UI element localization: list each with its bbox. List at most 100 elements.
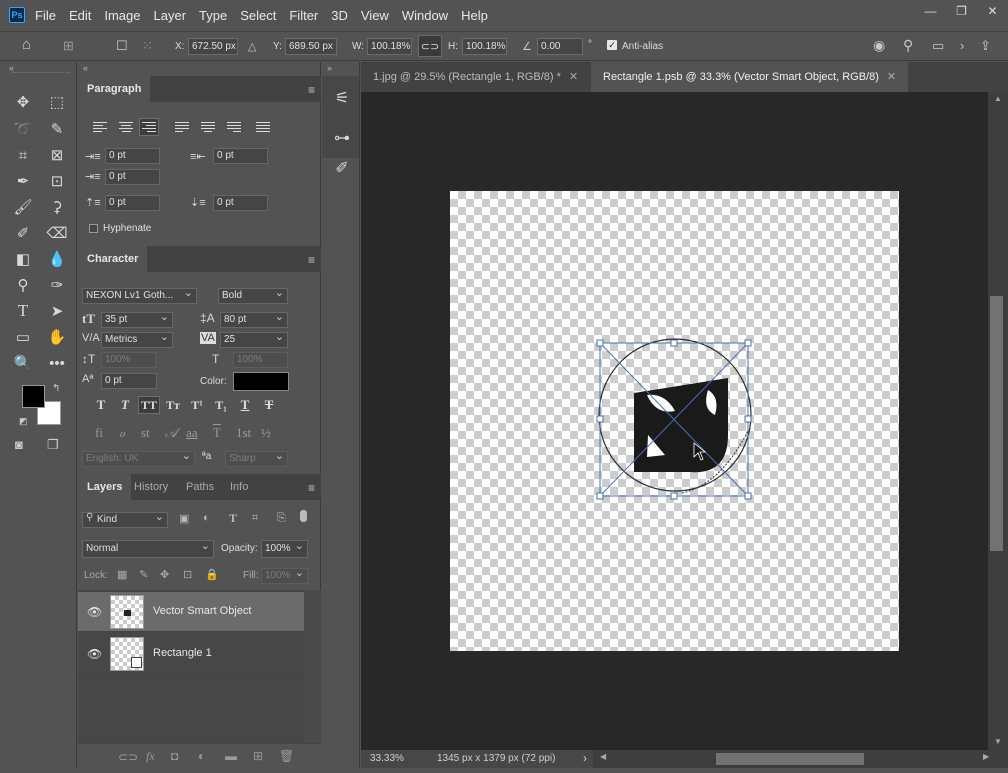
strikethrough-button[interactable]: T [259, 396, 279, 414]
blur-tool-icon[interactable]: 💧 [45, 248, 69, 270]
menu-image[interactable]: Image [104, 8, 140, 23]
width-percent-input[interactable]: 100.18% [367, 38, 412, 55]
filter-pixel-icon[interactable]: ▣ [179, 512, 189, 525]
layer-row-vector-smart-object[interactable]: 👁 Vector Smart Object [78, 592, 304, 632]
x-position-input[interactable]: 672.50 px [188, 38, 238, 55]
frame-tool-icon[interactable]: ⊠ [45, 144, 69, 166]
subscript-button[interactable]: T₁ [211, 396, 231, 414]
font-family-select[interactable]: NEXON Lv1 Goth... [82, 286, 197, 304]
tab-character[interactable]: Character [78, 246, 148, 272]
discretionary-ligatures-button[interactable]: st [141, 425, 150, 441]
menu-help[interactable]: Help [461, 8, 488, 23]
align-center-button[interactable] [116, 118, 136, 136]
quick-mask-icon[interactable]: ◙ [15, 437, 23, 452]
menu-filter[interactable]: Filter [289, 8, 318, 23]
filter-type-icon[interactable]: T [229, 511, 237, 526]
layer-name[interactable]: Vector Smart Object [153, 605, 251, 617]
vertical-scroll-thumb[interactable] [990, 296, 1003, 551]
align-right-button[interactable] [139, 118, 159, 136]
marquee-tool-icon[interactable]: ⬚ [45, 91, 69, 113]
chevron-right-icon[interactable]: › [960, 38, 964, 53]
filter-adjustment-icon[interactable]: ◐ [203, 512, 210, 524]
tab-document-1jpg[interactable]: 1.jpg @ 29.5% (Rectangle 1, RGB/8) * ✕ [361, 62, 590, 92]
minimize-icon[interactable]: — [915, 0, 946, 22]
layers-scrollbar[interactable] [304, 590, 321, 743]
rotation-angle-input[interactable]: 0.00 [537, 38, 583, 55]
stylistic-alternates-button[interactable]: aa [186, 425, 198, 441]
character-menu-icon[interactable]: ≡ [308, 253, 315, 267]
scroll-down-icon[interactable]: ▼ [994, 737, 1002, 746]
filter-toggle-icon[interactable] [300, 510, 307, 522]
crop-tool-icon[interactable]: ⌗ [11, 144, 35, 166]
superscript-button[interactable]: T¹ [187, 396, 207, 414]
share-icon[interactable]: ⇪ [980, 38, 991, 54]
titling-alternates-button[interactable]: T [213, 425, 221, 441]
fill-input[interactable]: 100% [261, 566, 308, 584]
link-layers-icon[interactable]: ⊂⊃ [118, 750, 138, 764]
menu-type[interactable]: Type [199, 8, 227, 23]
lock-all-icon[interactable]: 🔒 [205, 568, 219, 581]
swash-button[interactable]: 𝒜 [165, 425, 177, 441]
ordinals-button[interactable]: 1st [236, 425, 251, 441]
expand-panels-icon[interactable]: » [327, 63, 332, 73]
tracking-select[interactable]: 25 [220, 330, 288, 348]
reference-toggle-icon[interactable]: ☐ [116, 38, 128, 54]
properties-icon[interactable]: ⚟ [331, 88, 353, 108]
collapse-panels-icon[interactable]: « [83, 63, 88, 73]
justify-left-button[interactable] [175, 118, 195, 136]
layer-row-rectangle-1[interactable]: 👁 Rectangle 1 [78, 634, 304, 674]
healing-brush-tool-icon[interactable]: ⊡ [45, 170, 69, 192]
menu-file[interactable]: File [35, 8, 56, 23]
y-position-input[interactable]: 689.50 px [285, 38, 337, 55]
eraser-tool-icon[interactable]: ⌫ [45, 222, 69, 244]
indent-left-input[interactable]: 0 pt [105, 148, 160, 164]
hyphenate-checkbox[interactable] [89, 224, 98, 233]
zoom-tool-icon[interactable]: 🔍 [11, 352, 35, 374]
layer-filter-select[interactable]: Kind [82, 510, 168, 528]
hand-tool-icon[interactable]: ✋ [45, 326, 69, 348]
old-style-button[interactable]: ℴ [119, 425, 125, 441]
kerning-select[interactable]: Metrics [101, 330, 173, 348]
underline-button[interactable]: T [235, 396, 255, 414]
home-icon[interactable]: ⌂ [22, 36, 31, 53]
justify-center-button[interactable] [198, 118, 218, 136]
tab-paths[interactable]: Paths [177, 474, 223, 500]
horizontal-scroll-thumb[interactable] [716, 753, 864, 765]
text-color-swatch[interactable] [233, 372, 289, 391]
gradient-tool-icon[interactable]: ◧ [11, 248, 35, 270]
workspace-icon[interactable]: ▭ [932, 38, 944, 54]
space-before-input[interactable]: 0 pt [105, 195, 160, 211]
lock-position-icon[interactable]: ✥ [160, 568, 169, 581]
warp-icon[interactable]: ◉ [873, 37, 885, 54]
tools-grip[interactable] [12, 72, 70, 74]
path-selection-tool-icon[interactable]: ➤ [45, 300, 69, 322]
leading-input[interactable]: 80 pt [220, 310, 288, 328]
screen-mode-icon[interactable]: ❐ [47, 437, 59, 453]
menu-view[interactable]: View [361, 8, 389, 23]
close-tab-icon[interactable]: ✕ [887, 71, 896, 83]
height-percent-input[interactable]: 100.18% [462, 38, 507, 55]
all-caps-button[interactable]: TT [138, 396, 160, 414]
type-tool-icon[interactable]: T [11, 300, 35, 322]
scroll-up-icon[interactable]: ▲ [994, 94, 1002, 103]
status-chevron-icon[interactable]: › [583, 751, 587, 765]
new-group-icon[interactable]: ▬ [225, 749, 237, 763]
tab-document-rectangle-psb[interactable]: Rectangle 1.psb @ 33.3% (Vector Smart Ob… [591, 62, 909, 92]
filter-shape-icon[interactable]: ⌗ [252, 512, 258, 525]
adjustments-icon[interactable]: ⊶ [331, 128, 353, 148]
small-caps-button[interactable]: Tт [163, 396, 183, 414]
tab-paragraph[interactable]: Paragraph [78, 76, 151, 102]
clone-stamp-tool-icon[interactable]: ⚳ [45, 196, 69, 218]
horizontal-scale-input[interactable]: 100% [233, 352, 288, 368]
layers-menu-icon[interactable]: ≡ [308, 481, 315, 495]
opacity-input[interactable]: 100% [261, 538, 308, 558]
brush-settings-icon[interactable]: ✐ [331, 158, 353, 178]
close-tab-icon[interactable]: ✕ [569, 71, 578, 83]
fractions-button[interactable]: ½ [261, 425, 271, 441]
scroll-right-icon[interactable]: ▶ [983, 752, 989, 761]
indent-first-line-input[interactable]: 0 pt [105, 169, 160, 185]
justify-right-button[interactable] [221, 118, 241, 136]
tab-layers[interactable]: Layers [78, 474, 132, 500]
menu-edit[interactable]: Edit [69, 8, 91, 23]
dodge-tool-icon[interactable]: ⚲ [11, 274, 35, 296]
